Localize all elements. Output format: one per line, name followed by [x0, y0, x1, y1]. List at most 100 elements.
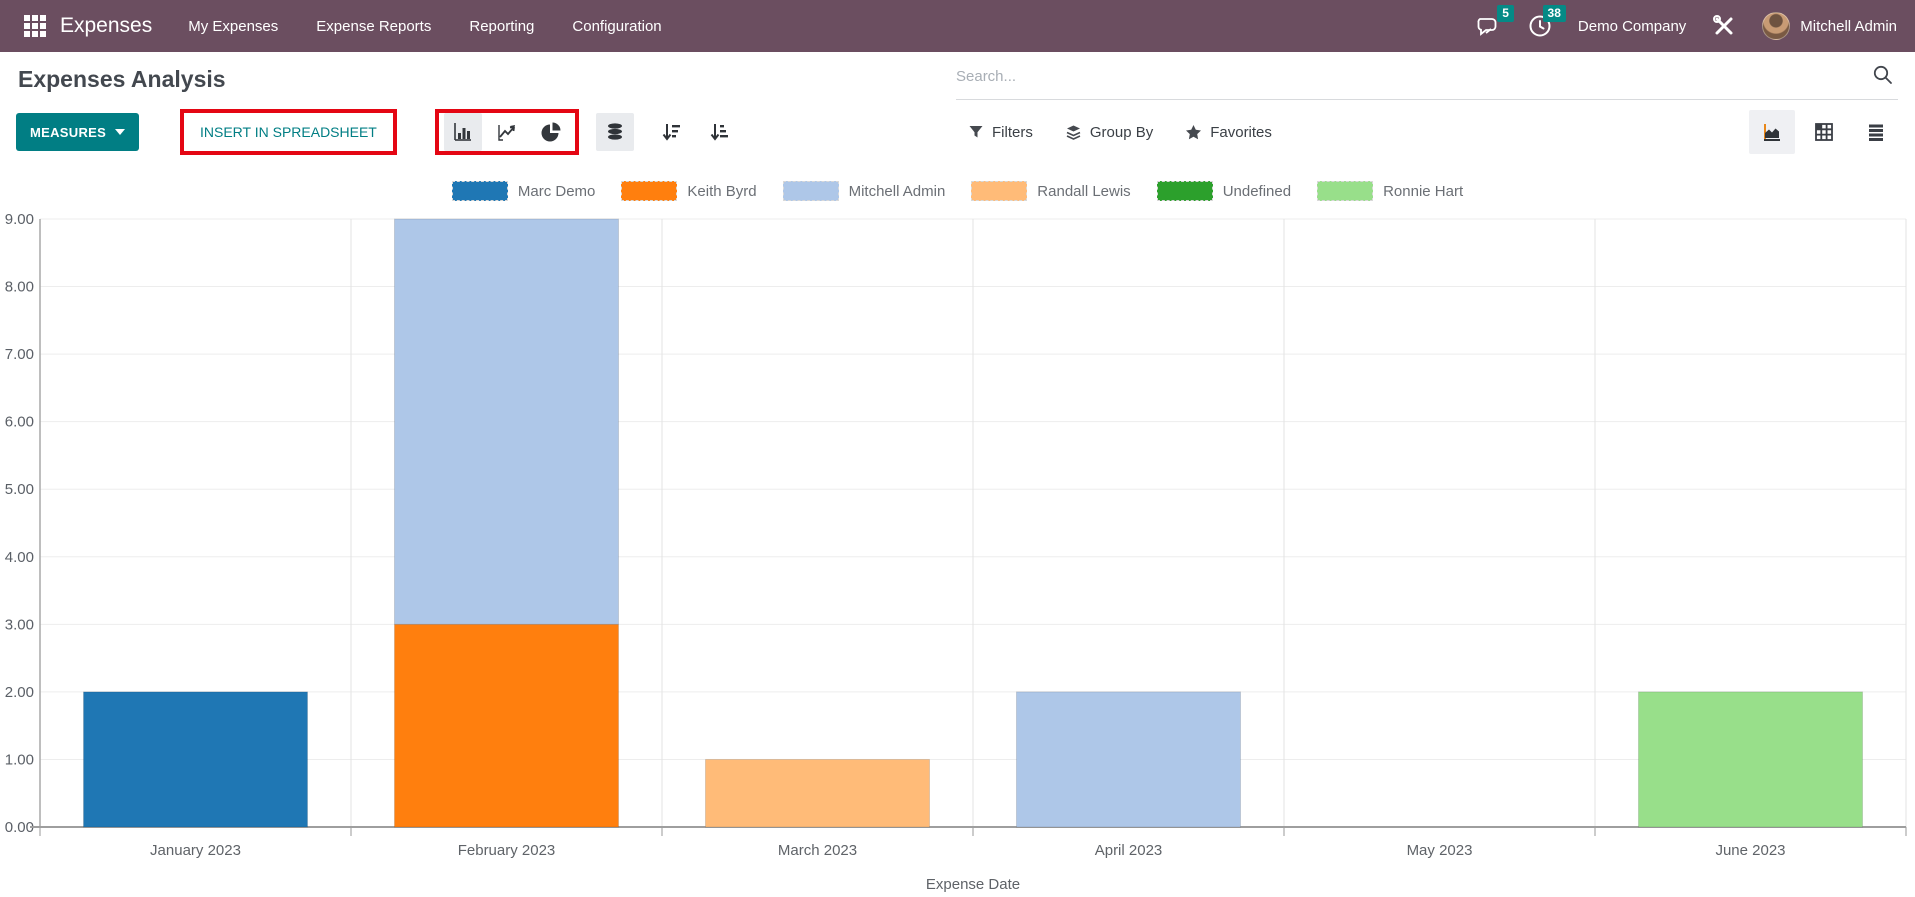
chart-legend: Marc Demo Keith Byrd Mitchell Admin Randall…	[0, 181, 1915, 201]
legend-label: Ronnie Hart	[1383, 183, 1463, 200]
legend-item[interactable]: Ronnie Hart	[1317, 181, 1463, 201]
y-tick-label: 1.00	[5, 751, 34, 768]
pie-chart-button[interactable]	[532, 113, 570, 151]
insert-in-spreadsheet-button[interactable]: INSERT IN SPREADSHEET	[184, 113, 393, 151]
line-chart-icon	[496, 121, 518, 143]
user-avatar	[1762, 12, 1790, 40]
star-icon	[1185, 124, 1202, 141]
legend-item[interactable]: Marc Demo	[452, 181, 596, 201]
legend-swatch	[452, 181, 508, 201]
layers-icon	[1065, 124, 1082, 141]
favorites-label: Favorites	[1210, 124, 1272, 141]
search-options: Filters Group By Favorites	[968, 113, 1272, 151]
graph-view-button[interactable]	[1749, 110, 1795, 154]
bar-chart-button[interactable]	[444, 113, 482, 151]
measures-label: MEASURES	[30, 125, 106, 140]
chevron-down-icon	[115, 129, 125, 135]
user-name: Mitchell Admin	[1800, 18, 1897, 35]
messages-badge: 5	[1497, 5, 1514, 22]
legend-label: Marc Demo	[518, 183, 596, 200]
funnel-icon	[968, 124, 984, 140]
x-tick-label: June 2023	[1715, 842, 1785, 859]
pivot-view-icon	[1812, 120, 1836, 144]
group-by-button[interactable]: Group By	[1065, 124, 1153, 141]
bar-segment-mitchell-admin[interactable]	[1017, 692, 1241, 827]
legend-swatch	[621, 181, 677, 201]
y-tick-label: 8.00	[5, 279, 34, 296]
sort-descending-icon	[660, 121, 682, 143]
developer-tools-button[interactable]	[1710, 12, 1738, 40]
x-tick-label: February 2023	[458, 842, 556, 859]
menu-my-expenses[interactable]: My Expenses	[188, 18, 278, 35]
list-view-button[interactable]	[1853, 110, 1899, 154]
legend-swatch	[783, 181, 839, 201]
pie-chart-icon	[540, 121, 562, 143]
search-icon	[1872, 64, 1894, 86]
page-title: Expenses Analysis	[18, 66, 226, 93]
legend-swatch	[1317, 181, 1373, 201]
y-tick-label: 6.00	[5, 414, 34, 431]
legend-label: Randall Lewis	[1037, 183, 1130, 200]
main-menu: My Expenses Expense Reports Reporting Co…	[188, 18, 661, 35]
app-brand[interactable]: Expenses	[60, 14, 152, 38]
expenses-bar-chart: 0.00 1.00 2.00 3.00 4.00 5.00 6.00 7.00 8.00 9.00…	[0, 170, 1915, 897]
group-by-label: Group By	[1090, 124, 1153, 141]
sort-ascending-icon	[708, 121, 730, 143]
legend-item[interactable]: Keith Byrd	[621, 181, 756, 201]
database-stack-icon	[604, 121, 626, 143]
bar-segment-randall-lewis[interactable]	[706, 759, 930, 827]
bar-segment-marc-demo[interactable]	[84, 692, 308, 827]
line-chart-button[interactable]	[488, 113, 526, 151]
top-navbar: Expenses My Expenses Expense Reports Rep…	[0, 0, 1915, 52]
navbar-right: 5 38 Demo Company Mitchell Admin	[1474, 12, 1897, 40]
tools-icon	[1710, 12, 1738, 40]
x-tick-label: January 2023	[150, 842, 241, 859]
x-tick-label: March 2023	[778, 842, 857, 859]
x-tick-label: May 2023	[1407, 842, 1473, 859]
legend-item[interactable]: Undefined	[1157, 181, 1291, 201]
legend-swatch	[971, 181, 1027, 201]
menu-configuration[interactable]: Configuration	[572, 18, 661, 35]
search-bar	[956, 54, 1898, 100]
stacked-toggle-button[interactable]	[596, 113, 634, 151]
search-submit-button[interactable]	[1868, 60, 1898, 93]
legend-item[interactable]: Randall Lewis	[971, 181, 1130, 201]
sort-ascending-button[interactable]	[700, 113, 738, 151]
activities-badge: 38	[1543, 5, 1566, 22]
x-tick-label: April 2023	[1095, 842, 1163, 859]
y-tick-label: 9.00	[5, 211, 34, 228]
favorites-button[interactable]: Favorites	[1185, 124, 1272, 141]
annotation-box-insert: INSERT IN SPREADSHEET	[180, 109, 397, 155]
y-tick-label: 4.00	[5, 549, 34, 566]
list-view-icon	[1864, 120, 1888, 144]
messages-button[interactable]: 5	[1474, 12, 1502, 40]
x-axis-title: Expense Date	[926, 876, 1020, 893]
menu-reporting[interactable]: Reporting	[469, 18, 534, 35]
filters-button[interactable]: Filters	[968, 124, 1033, 141]
annotation-box-chart-types	[435, 109, 579, 155]
filters-label: Filters	[992, 124, 1033, 141]
pivot-view-button[interactable]	[1801, 110, 1847, 154]
y-tick-label: 2.00	[5, 684, 34, 701]
y-tick-label: 0.00	[5, 819, 34, 836]
view-switcher	[1749, 110, 1899, 154]
company-selector[interactable]: Demo Company	[1578, 18, 1686, 35]
bar-segment-ronnie-hart[interactable]	[1639, 692, 1863, 827]
graph-view-icon	[1760, 120, 1784, 144]
measures-button[interactable]: MEASURES	[16, 113, 139, 151]
y-tick-label: 5.00	[5, 481, 34, 498]
legend-label: Undefined	[1223, 183, 1291, 200]
legend-swatch	[1157, 181, 1213, 201]
bar-segment-keith-byrd[interactable]	[395, 624, 619, 827]
user-menu[interactable]: Mitchell Admin	[1762, 12, 1897, 40]
sort-descending-button[interactable]	[652, 113, 690, 151]
legend-label: Keith Byrd	[687, 183, 756, 200]
activities-button[interactable]: 38	[1526, 12, 1554, 40]
y-tick-label: 7.00	[5, 346, 34, 363]
bar-segment-mitchell-admin[interactable]	[395, 219, 619, 624]
menu-expense-reports[interactable]: Expense Reports	[316, 18, 431, 35]
apps-grid-icon[interactable]	[24, 15, 46, 37]
legend-item[interactable]: Mitchell Admin	[783, 181, 946, 201]
y-tick-label: 3.00	[5, 616, 34, 633]
search-input[interactable]	[956, 68, 1868, 85]
